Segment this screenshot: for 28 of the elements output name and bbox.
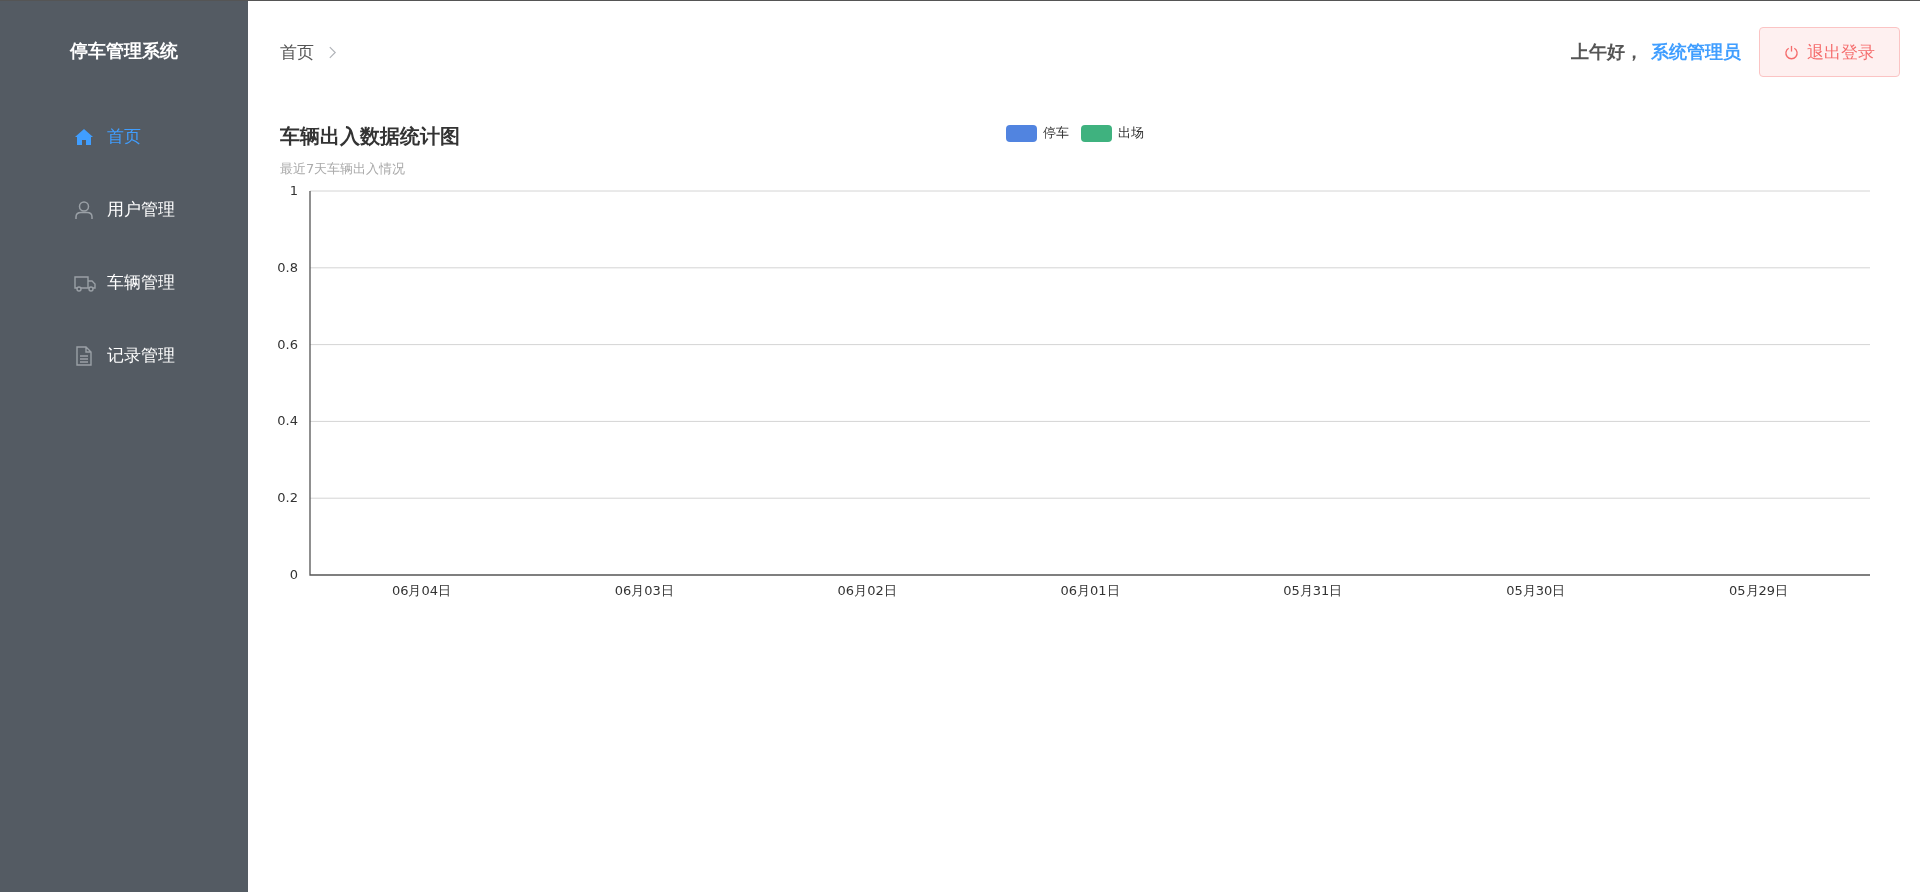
sidebar-item[interactable]: 用户管理 (73, 198, 175, 221)
legend-label: 停车 (1043, 124, 1069, 142)
greeting-text: 上午好， (1571, 40, 1643, 64)
chart-title: 车辆出入数据统计图 (280, 123, 461, 150)
x-axis-label: 05月30日 (1506, 583, 1566, 598)
y-axis-label: 0 (289, 567, 298, 582)
x-axis-label: 06月03日 (614, 583, 674, 598)
x-axis-label: 06月01日 (1060, 583, 1120, 598)
home-icon (73, 126, 94, 147)
y-axis-label: 0.6 (277, 336, 298, 352)
chart-subtitle: 最近7天车辆出入情况 (280, 160, 407, 178)
y-axis-label: 0.4 (277, 413, 298, 429)
app-title: 停车管理系统 (70, 39, 178, 63)
document-icon (73, 345, 94, 366)
sidebar-item[interactable]: 车辆管理 (73, 271, 175, 294)
power-icon (1784, 44, 1799, 60)
x-axis-label: 06月02日 (837, 583, 897, 598)
y-axis-label: 1 (289, 183, 298, 198)
sidebar-item[interactable]: 记录管理 (73, 344, 175, 367)
x-axis-label: 05月31日 (1283, 583, 1343, 598)
x-axis-label: 06月04日 (391, 583, 451, 598)
y-axis-label: 0.2 (277, 490, 298, 506)
user-icon (73, 199, 94, 220)
legend-label: 出场 (1118, 124, 1144, 142)
x-axis-label: 05月29日 (1729, 583, 1789, 598)
breadcrumb-link[interactable]: 首页 (280, 40, 314, 64)
chevron-right-icon (328, 45, 337, 59)
y-axis-label: 0.8 (277, 259, 298, 275)
